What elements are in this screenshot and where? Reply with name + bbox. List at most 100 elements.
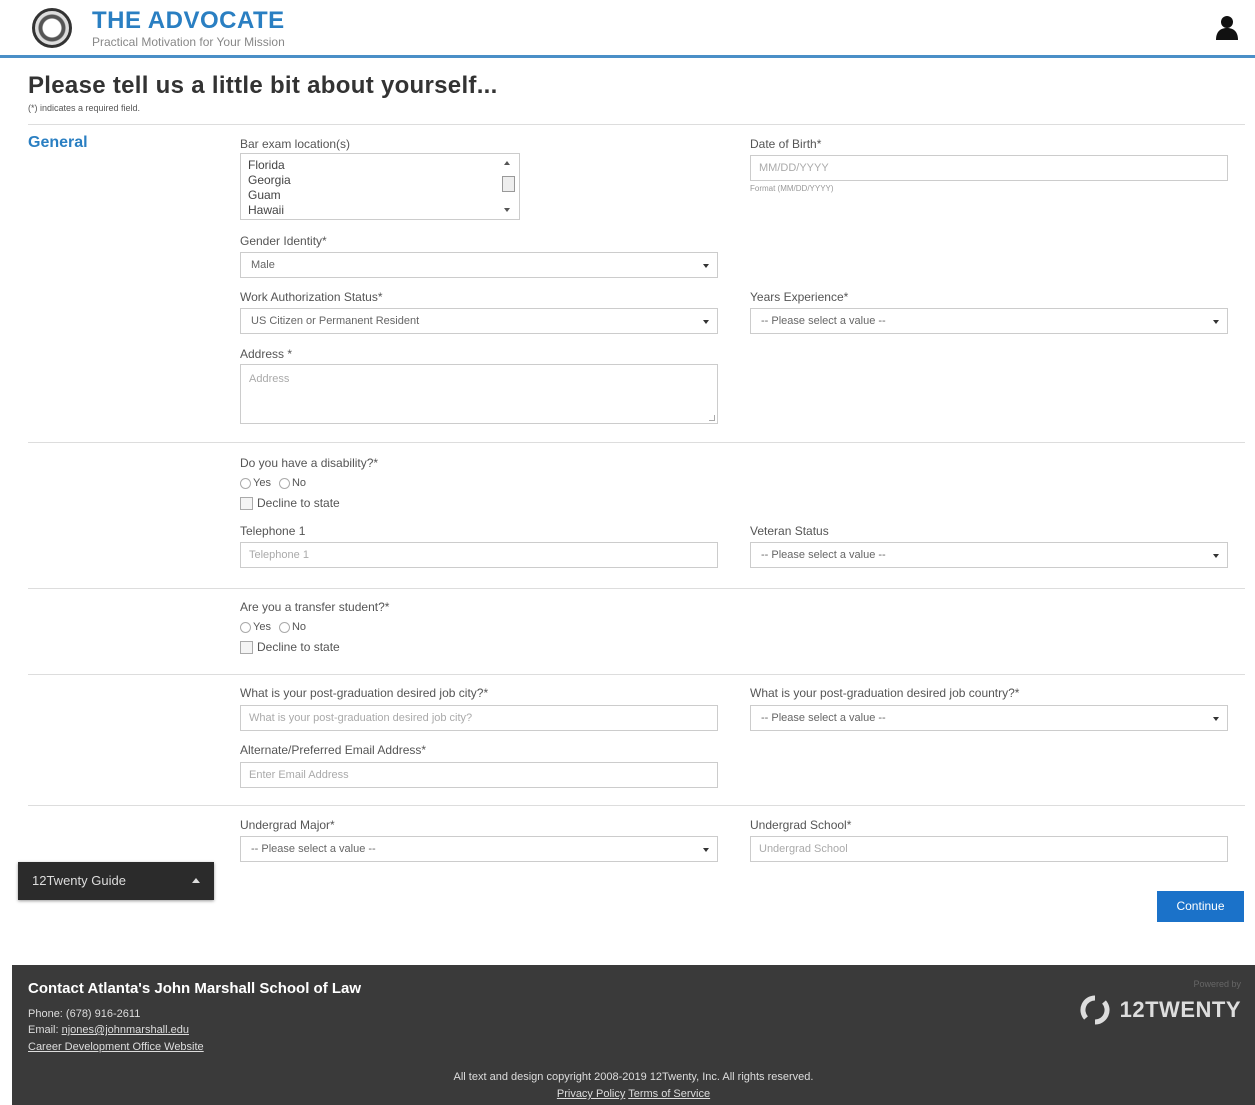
scroll-down-icon[interactable]: [504, 208, 510, 212]
transfer-label: Are you a transfer student?*: [240, 600, 390, 614]
disability-decline-checkbox[interactable]: [240, 496, 253, 510]
chevron-down-icon: [703, 848, 709, 852]
footer: Contact Atlanta's John Marshall School o…: [12, 965, 1255, 1105]
footer-title: Contact Atlanta's John Marshall School o…: [28, 980, 362, 997]
disability-yes-radio[interactable]: [240, 477, 251, 489]
transfer-yes-radio[interactable]: [240, 621, 251, 633]
address-label: Address *: [240, 347, 293, 361]
dob-format-hint: Format (MM/DD/YYYY): [750, 184, 834, 193]
job-country-value: -- Please select a value --: [761, 712, 886, 724]
divider: [28, 124, 1245, 125]
chevron-down-icon: [1213, 320, 1219, 324]
divider: [28, 674, 1245, 675]
radio-label[interactable]: No: [292, 477, 306, 489]
divider: [28, 805, 1245, 806]
gender-value: Male: [251, 259, 275, 271]
section-title-general: General: [28, 134, 88, 151]
footer-website-row: Career Development Office Website: [28, 1041, 204, 1053]
radio-label[interactable]: No: [292, 621, 306, 633]
transfer-radio-group: Yes No: [240, 621, 314, 633]
telephone-label: Telephone 1: [240, 524, 306, 538]
job-city-field[interactable]: What is your post-graduation desired job…: [240, 705, 718, 731]
dob-field[interactable]: MM/DD/YYYY: [750, 155, 1228, 181]
brand-title[interactable]: THE ADVOCATE: [92, 7, 285, 35]
scroll-up-icon[interactable]: [504, 161, 510, 165]
bar-exam-listbox[interactable]: Florida Georgia Guam Hawaii: [240, 153, 520, 220]
advocate-logo-icon[interactable]: [32, 8, 72, 48]
privacy-policy-link[interactable]: Privacy Policy: [557, 1088, 625, 1100]
years-exp-select[interactable]: -- Please select a value --: [750, 308, 1228, 334]
listbox-option[interactable]: Guam: [241, 188, 519, 203]
chevron-up-icon: [192, 878, 200, 883]
footer-email-label: Email:: [28, 1024, 62, 1036]
years-exp-label: Years Experience*: [750, 290, 849, 304]
user-icon[interactable]: [1215, 14, 1239, 40]
site-header: THE ADVOCATE Practical Motivation for Yo…: [0, 0, 1255, 58]
disability-no-radio[interactable]: [278, 477, 290, 489]
address-textarea[interactable]: Address: [240, 364, 718, 424]
major-label: Undergrad Major*: [240, 818, 335, 832]
career-office-website-link[interactable]: Career Development Office Website: [28, 1041, 204, 1053]
veteran-value: -- Please select a value --: [761, 549, 886, 561]
major-value: -- Please select a value --: [251, 843, 376, 855]
job-country-select[interactable]: -- Please select a value --: [750, 705, 1228, 731]
transfer-decline-row: Decline to state: [240, 640, 340, 654]
work-auth-select[interactable]: US Citizen or Permanent Resident: [240, 308, 718, 334]
radio-label[interactable]: Yes: [253, 621, 271, 633]
chevron-down-icon: [1213, 717, 1219, 721]
dob-label: Date of Birth*: [750, 137, 822, 151]
bar-exam-label: Bar exam location(s): [240, 137, 351, 151]
veteran-select[interactable]: -- Please select a value --: [750, 542, 1228, 568]
school-field[interactable]: Undergrad School: [750, 836, 1228, 862]
page-title: Please tell us a little bit about yourse…: [28, 72, 498, 99]
resize-handle-icon[interactable]: [709, 415, 715, 421]
twelve-twenty-logo-icon: [1080, 995, 1110, 1025]
powered-by-label: Powered by: [1193, 979, 1241, 989]
guide-label: 12Twenty Guide: [32, 873, 126, 888]
brand-subtitle: Practical Motivation for Your Mission: [92, 35, 285, 49]
telephone-field[interactable]: Telephone 1: [240, 542, 718, 568]
footer-links: Privacy Policy Terms of Service: [12, 1088, 1255, 1100]
job-city-label: What is your post-graduation desired job…: [240, 686, 489, 700]
footer-email-link[interactable]: njones@johnmarshall.edu: [62, 1024, 189, 1036]
required-note: (*) indicates a required field.: [28, 103, 141, 113]
chevron-down-icon: [1213, 554, 1219, 558]
continue-button[interactable]: Continue: [1157, 891, 1244, 922]
alt-email-label: Alternate/Preferred Email Address*: [240, 743, 427, 757]
gender-select[interactable]: Male: [240, 252, 718, 278]
listbox-option[interactable]: Florida: [241, 158, 519, 173]
transfer-decline-checkbox[interactable]: [240, 640, 253, 654]
twelve-twenty-logo[interactable]: 12TWENTY: [1080, 995, 1241, 1025]
years-exp-value: -- Please select a value --: [761, 315, 886, 327]
address-placeholder: Address: [249, 373, 290, 385]
gender-label: Gender Identity*: [240, 234, 327, 248]
radio-label[interactable]: Yes: [253, 477, 271, 489]
scroll-thumb[interactable]: [502, 176, 515, 192]
chevron-down-icon: [703, 264, 709, 268]
footer-copyright: All text and design copyright 2008-2019 …: [453, 1071, 814, 1083]
veteran-label: Veteran Status: [750, 524, 829, 538]
disability-decline-row: Decline to state: [240, 496, 340, 510]
footer-phone: Phone: (678) 916-2611: [28, 1008, 141, 1020]
checkbox-label[interactable]: Decline to state: [257, 496, 340, 510]
transfer-no-radio[interactable]: [278, 621, 290, 633]
listbox-option[interactable]: Hawaii: [241, 203, 519, 218]
terms-of-service-link[interactable]: Terms of Service: [628, 1088, 710, 1100]
alt-email-field[interactable]: Enter Email Address: [240, 762, 718, 788]
checkbox-label[interactable]: Decline to state: [257, 640, 340, 654]
logo-text: 12TWENTY: [1119, 997, 1241, 1022]
work-auth-value: US Citizen or Permanent Resident: [251, 315, 420, 327]
twelve-twenty-guide-toggle[interactable]: 12Twenty Guide: [18, 862, 214, 900]
school-label: Undergrad School*: [750, 818, 852, 832]
listbox-option[interactable]: Georgia: [241, 173, 519, 188]
divider: [28, 588, 1245, 589]
major-select[interactable]: -- Please select a value --: [240, 836, 718, 862]
divider: [28, 442, 1245, 443]
disability-label: Do you have a disability?*: [240, 456, 379, 470]
job-country-label: What is your post-graduation desired job…: [750, 686, 1020, 700]
listbox-scrollbar[interactable]: [498, 154, 519, 219]
disability-radio-group: Yes No: [240, 477, 314, 489]
footer-email-row: Email: njones@johnmarshall.edu: [28, 1024, 189, 1036]
chevron-down-icon: [703, 320, 709, 324]
work-auth-label: Work Authorization Status*: [240, 290, 383, 304]
